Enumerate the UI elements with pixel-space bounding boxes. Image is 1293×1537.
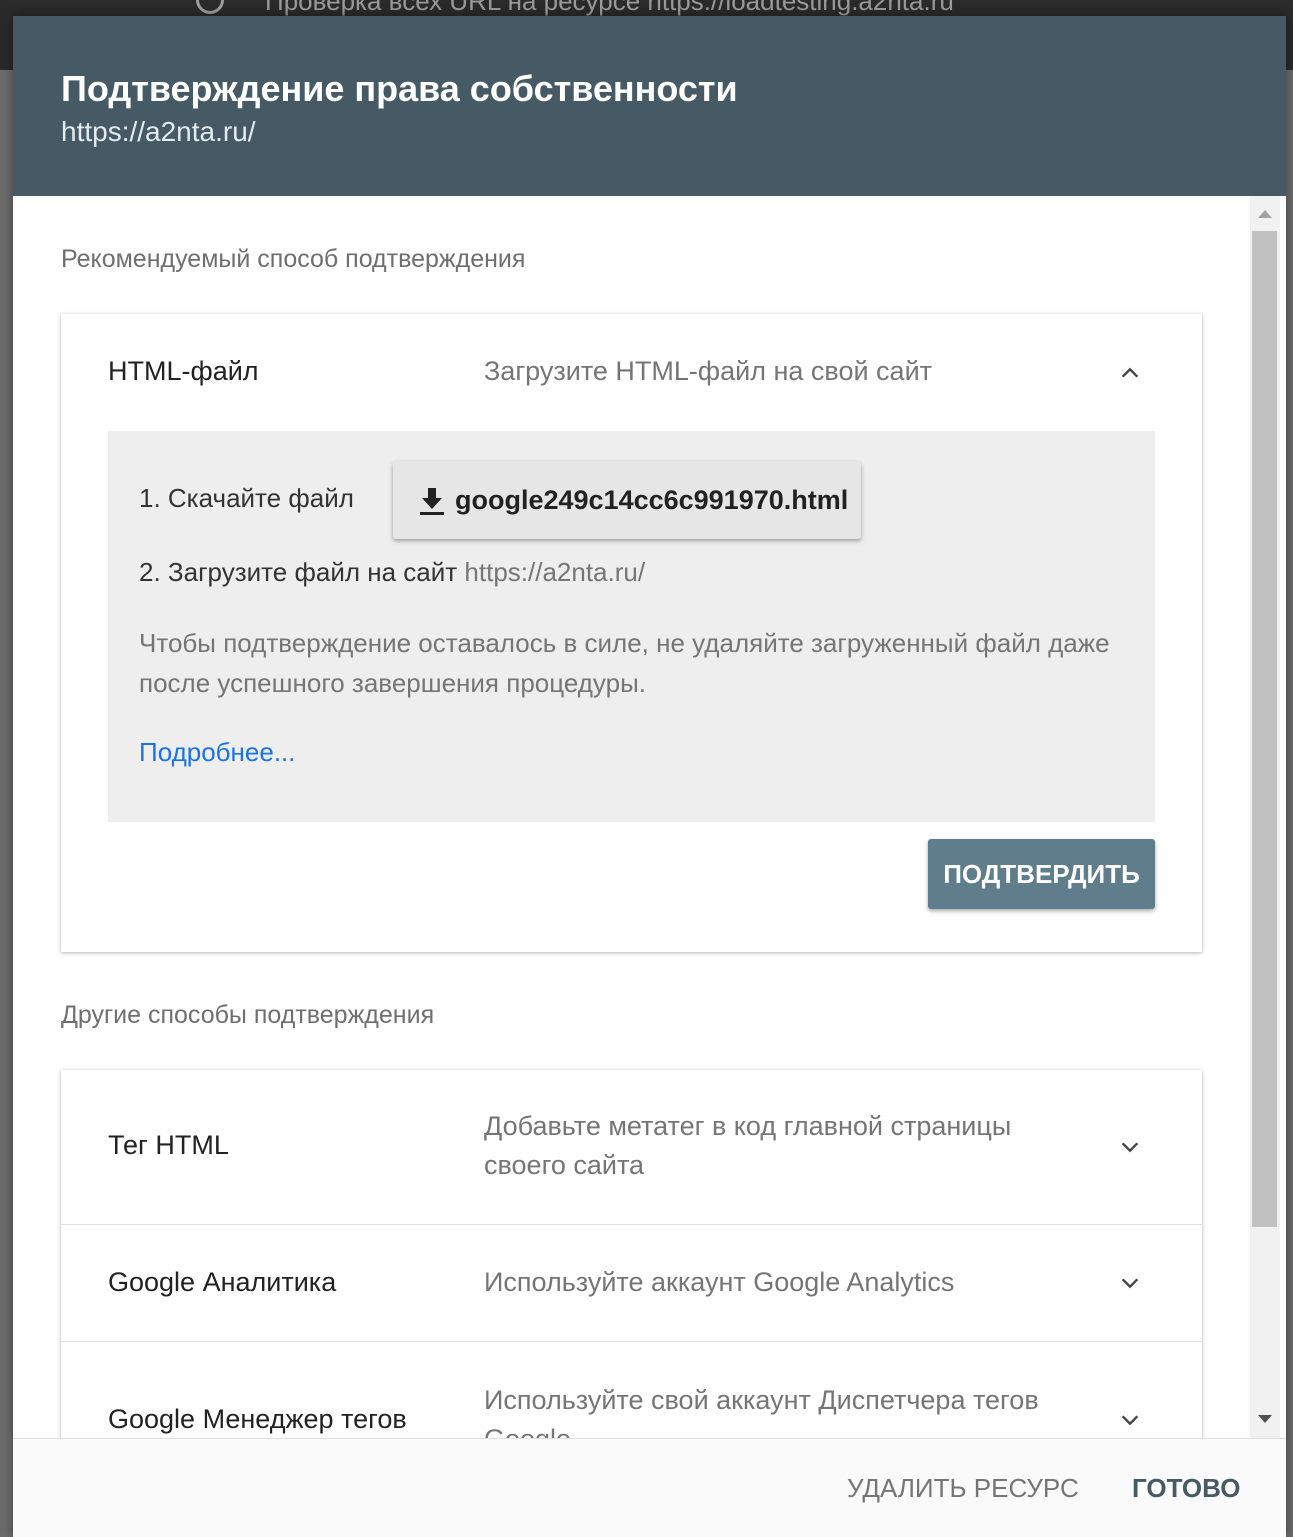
delete-property-button[interactable]: УДАЛИТЬ РЕСУРС xyxy=(847,1473,1079,1504)
background-search-text: Проверка всех URL на ресурсе https://loa… xyxy=(265,0,954,16)
download-file-name: google249c14cc6c991970.html xyxy=(455,484,849,515)
chevron-down-icon[interactable] xyxy=(1119,1272,1141,1294)
recommended-section-label: Рекомендуемый способ подтверждения xyxy=(61,245,526,273)
method-name-html-file[interactable]: HTML-файл xyxy=(108,356,259,387)
step-2-url: https://a2nta.ru/ xyxy=(464,557,646,587)
method-card-html-file: HTML-файл Загрузите HTML-файл на свой са… xyxy=(61,314,1202,952)
method-description: Используйте аккаунт Google Analytics xyxy=(484,1267,955,1297)
step-2-text: 2. Загрузите файл на сайт https://a2nta.… xyxy=(139,557,645,588)
other-methods-section-label: Другие способы подтверждения xyxy=(61,1001,435,1029)
learn-more-link[interactable]: Подробнее... xyxy=(139,737,296,768)
step-1-label: 1. Скачайте файл xyxy=(139,483,354,513)
dialog-footer: УДАЛИТЬ РЕСУРС ГОТОВО xyxy=(13,1438,1286,1537)
scroll-down-arrow-icon[interactable] xyxy=(1258,1415,1272,1423)
dialog-subtitle: https://a2nta.ru/ xyxy=(61,116,256,147)
method-name: Тег HTML xyxy=(108,1130,229,1160)
content-scrollbar[interactable] xyxy=(1250,196,1280,1438)
method-row-google-analytics[interactable]: Google Аналитика Используйте аккаунт Goo… xyxy=(61,1225,1202,1342)
search-icon xyxy=(196,0,224,14)
dialog-header: Подтверждение права собственности https:… xyxy=(13,16,1286,196)
method-row-google-tag-manager[interactable]: Google Менеджер тегов Используйте свой а… xyxy=(61,1342,1202,1438)
chevron-down-icon[interactable] xyxy=(1119,1136,1141,1158)
dialog-content[interactable]: Рекомендуемый способ подтверждения HTML-… xyxy=(13,196,1286,1438)
dialog-title: Подтверждение права собственности xyxy=(61,68,738,109)
done-button[interactable]: ГОТОВО xyxy=(1132,1473,1240,1504)
download-file-button[interactable]: google249c14cc6c991970.html xyxy=(393,461,861,539)
scroll-up-arrow-icon[interactable] xyxy=(1258,210,1272,218)
method-name: Google Аналитика xyxy=(108,1267,337,1297)
download-icon xyxy=(415,482,449,518)
method-description: Используйте свой аккаунт Диспетчера тего… xyxy=(484,1385,1039,1438)
other-methods-list: Тег HTML Добавьте метатег в код главной … xyxy=(61,1070,1202,1438)
html-file-instructions-panel: 1. Скачайте файл google249c14cc6c991970.… xyxy=(108,431,1155,822)
keep-file-note: Чтобы подтверждение оставалось в силе, н… xyxy=(139,628,1110,698)
method-description-html-file[interactable]: Загрузите HTML-файл на свой сайт xyxy=(484,352,1084,391)
ownership-verification-dialog: Подтверждение права собственности https:… xyxy=(13,16,1286,1537)
method-description: Добавьте метатег в код главной страницы … xyxy=(484,1111,1012,1180)
chevron-up-icon[interactable] xyxy=(1119,362,1141,384)
chevron-down-icon[interactable] xyxy=(1119,1409,1141,1431)
scrollbar-thumb[interactable] xyxy=(1252,231,1277,1227)
method-row-html-tag[interactable]: Тег HTML Добавьте метатег в код главной … xyxy=(61,1070,1202,1225)
step-2-label: 2. Загрузите файл на сайт xyxy=(139,557,458,587)
confirm-button[interactable]: ПОДТВЕРДИТЬ xyxy=(928,839,1155,909)
method-name: Google Менеджер тегов xyxy=(108,1404,407,1434)
